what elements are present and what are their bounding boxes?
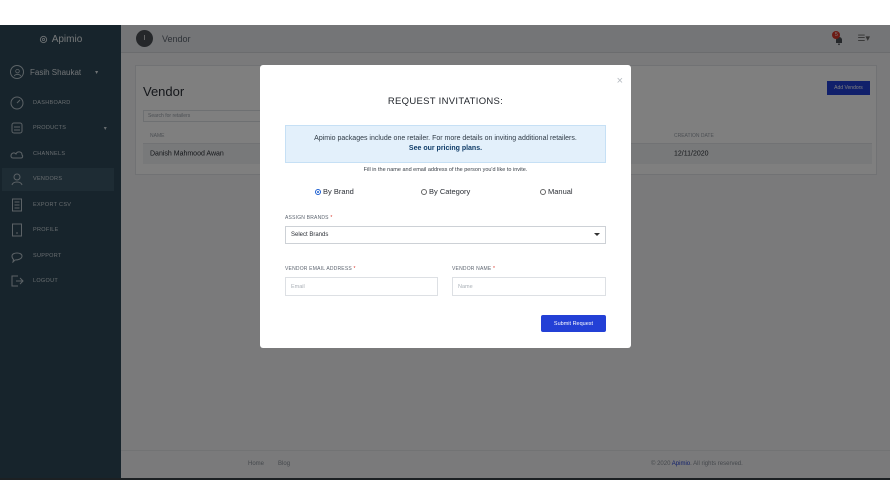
vendor-name-input[interactable]: Name — [452, 277, 606, 296]
radio-label: Manual — [548, 187, 573, 196]
radio-label: By Category — [429, 187, 471, 196]
label-text: ASSIGN BRANDS — [285, 215, 329, 221]
modal-title: REQUEST INVITATIONS: — [387, 96, 504, 107]
radio-manual[interactable]: Manual — [540, 187, 573, 196]
request-invitations-modal: × REQUEST INVITATIONS: Apimio packages i… — [260, 65, 631, 348]
vendor-email-input[interactable]: Email — [285, 277, 438, 296]
radio-by-brand[interactable]: By Brand — [315, 187, 354, 196]
submit-request-button[interactable]: Submit Request — [541, 315, 606, 332]
radio-unchecked-icon — [540, 188, 546, 195]
pricing-plans-link[interactable]: See our pricing plans. — [409, 145, 482, 152]
label-text: VENDOR NAME — [452, 266, 492, 272]
assign-brands-label: ASSIGN BRANDS * — [285, 215, 332, 221]
select-value: Select Brands — [291, 232, 329, 238]
notice-text: Apimio packages include one retailer. Fo… — [314, 135, 577, 142]
caret-down-icon — [594, 233, 600, 236]
invite-type-radio-group: By Brand By Category Manual — [315, 187, 575, 197]
form-hint: Fill in the name and email address of th… — [363, 167, 528, 173]
window-bottom-border — [0, 478, 890, 480]
required-mark: * — [353, 266, 356, 272]
close-icon[interactable]: × — [617, 75, 623, 87]
vendor-email-label: VENDOR EMAIL ADDRESS * — [285, 266, 356, 272]
label-text: VENDOR EMAIL ADDRESS — [285, 266, 352, 272]
required-mark: * — [330, 215, 333, 221]
pricing-notice: Apimio packages include one retailer. Fo… — [285, 125, 606, 163]
assign-brands-select[interactable]: Select Brands — [285, 226, 606, 244]
vendor-name-label: VENDOR NAME * — [452, 266, 495, 272]
radio-unchecked-icon — [421, 188, 427, 195]
radio-label: By Brand — [323, 187, 354, 196]
required-mark: * — [493, 266, 496, 272]
radio-by-category[interactable]: By Category — [421, 187, 470, 196]
radio-checked-icon — [315, 188, 321, 195]
